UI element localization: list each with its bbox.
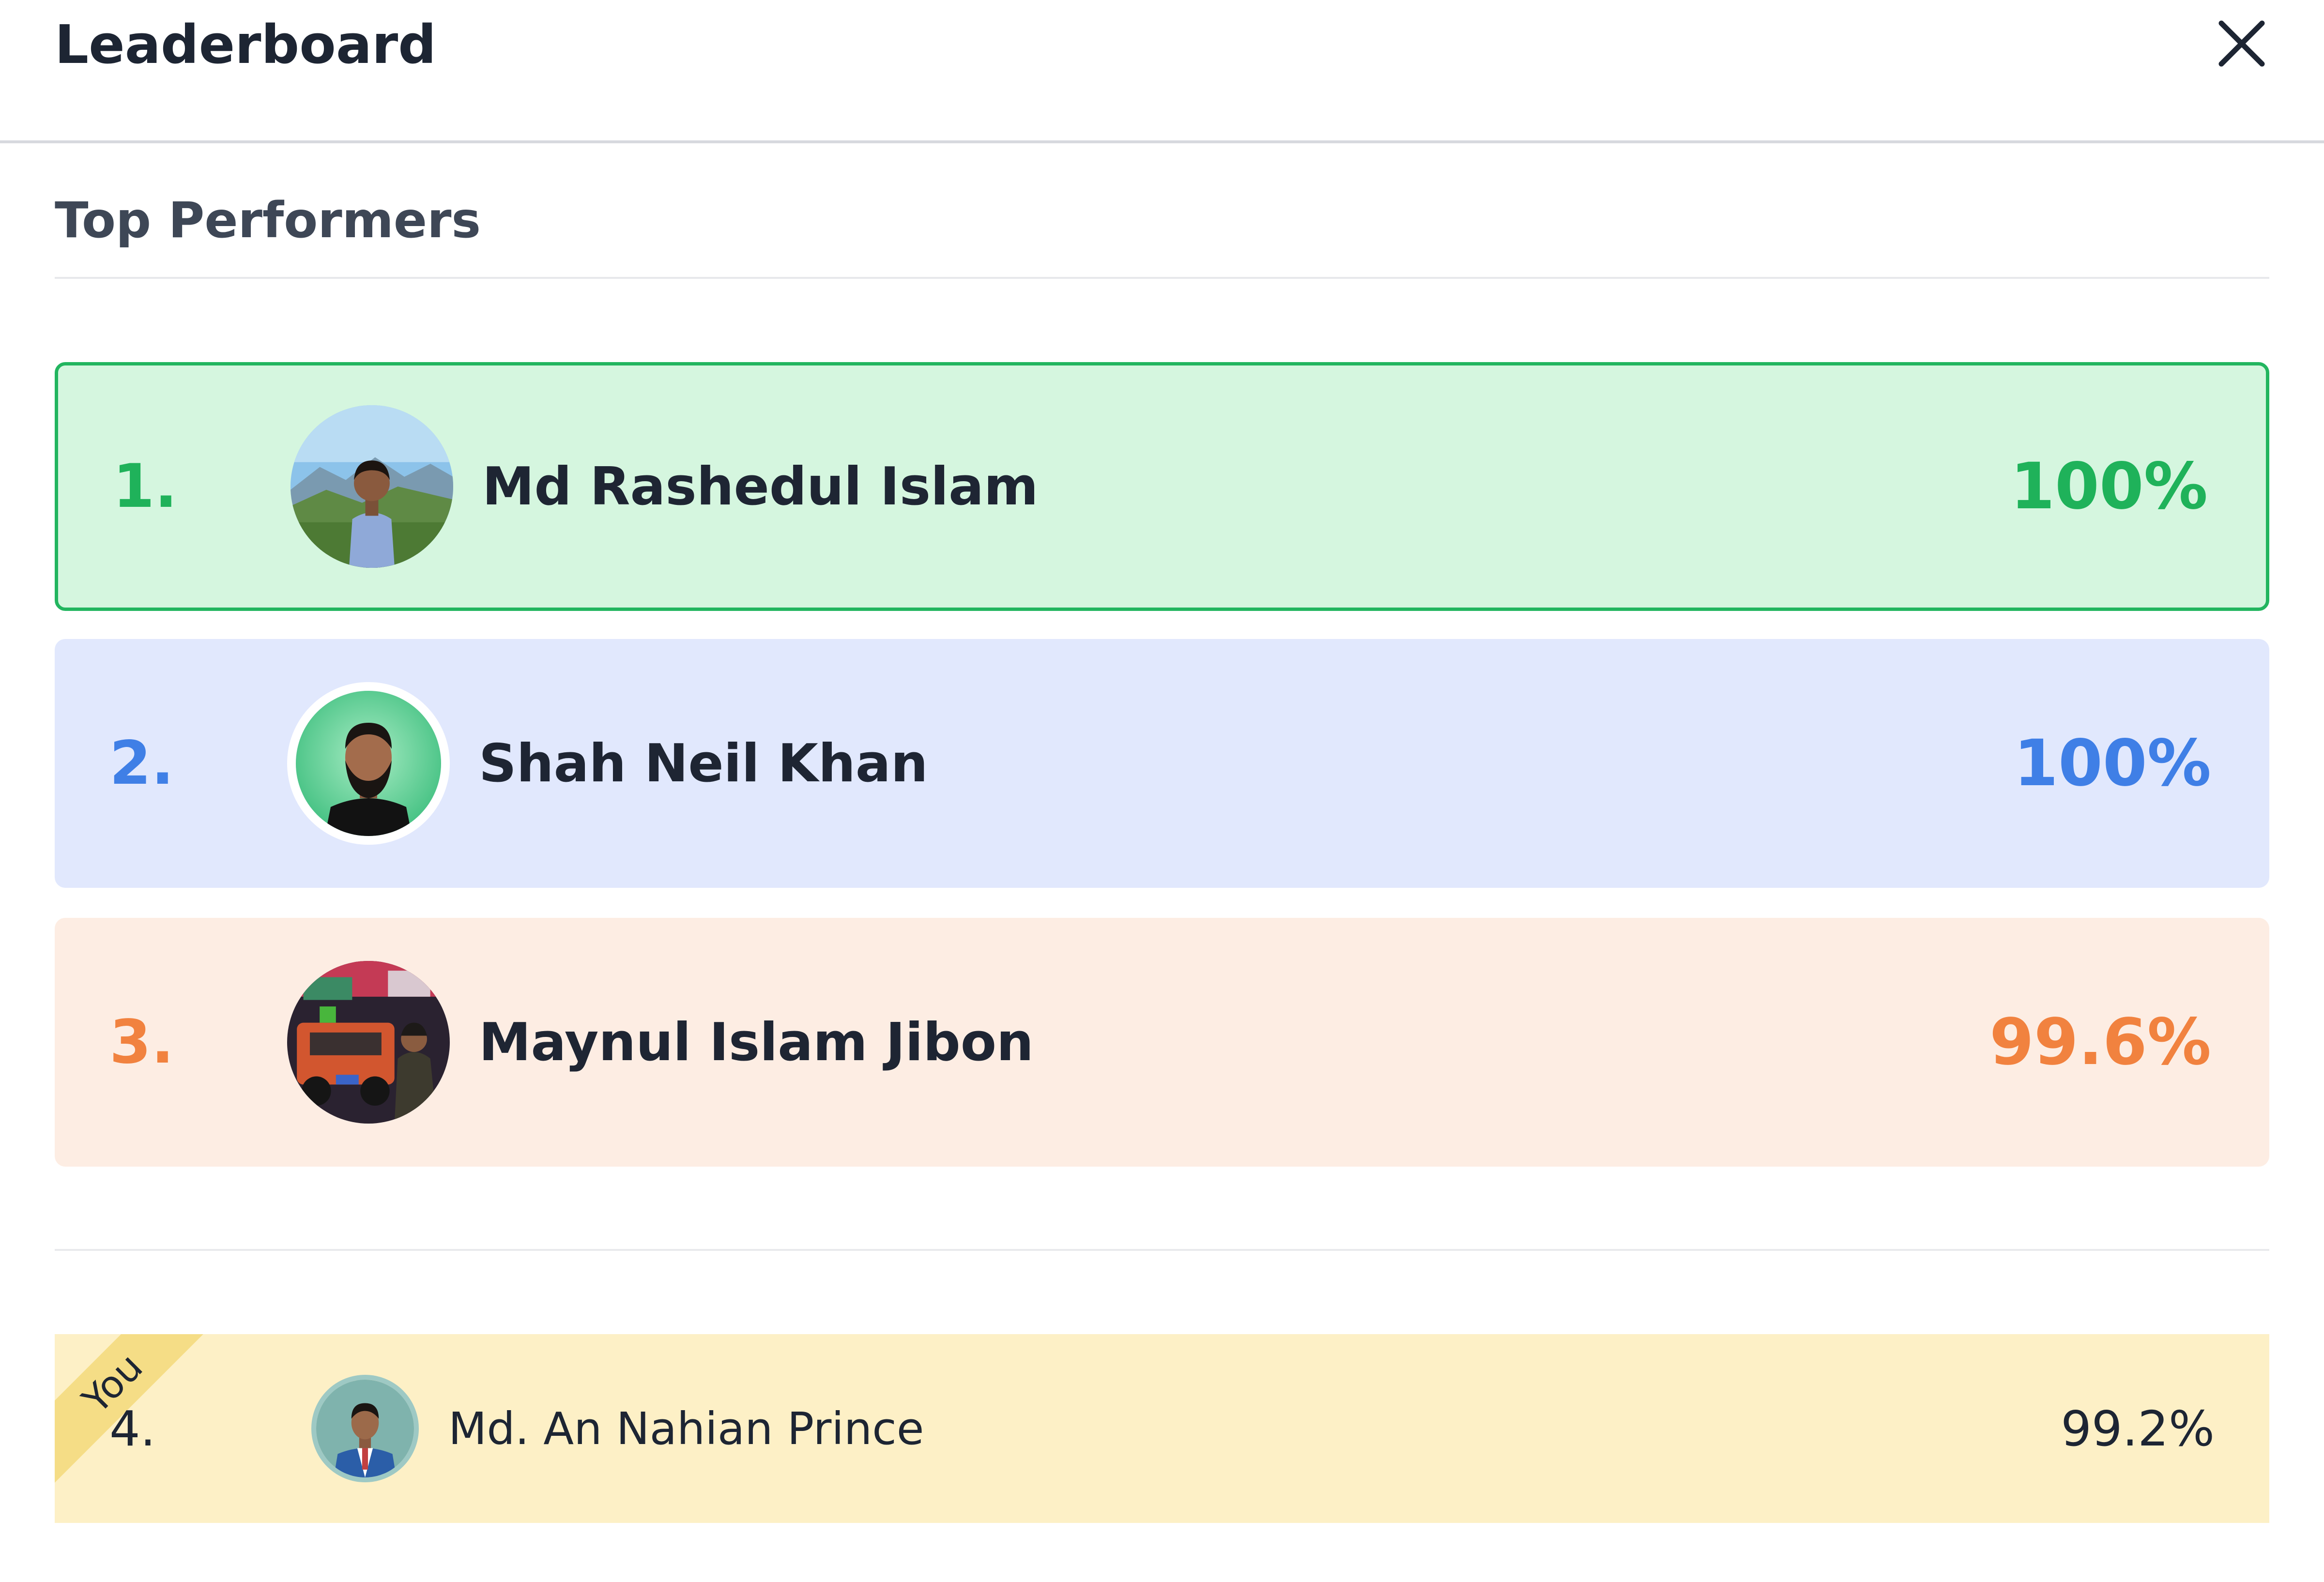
rank-number: 2.: [109, 729, 174, 798]
leaderboard-row: 1. Md Rashedul Islam 100%: [55, 362, 2269, 611]
leaderboard-row: 2. Shah Neil Khan 100%: [55, 639, 2269, 888]
current-user-row: You 4. Md. An Nahian Prince 99.2%: [55, 1334, 2269, 1523]
rank-number: 4.: [109, 1400, 156, 1457]
header: Leaderboard: [0, 0, 2324, 143]
current-user-name: Md. An Nahian Prince: [448, 1402, 924, 1455]
leaderboard-panel: Leaderboard Top Performers 1. Md Rashedu…: [0, 0, 2324, 1582]
divider: [55, 1249, 2269, 1251]
avatar: [287, 682, 450, 845]
rank-number: 3.: [109, 1007, 174, 1077]
rank-number: 1.: [113, 452, 178, 521]
close-icon: [2218, 20, 2265, 67]
avatar: [290, 405, 453, 568]
score-value: 100%: [2014, 726, 2211, 801]
divider: [55, 277, 2269, 279]
score-value: 100%: [2010, 449, 2208, 524]
close-button[interactable]: [2213, 15, 2271, 73]
performer-name: Maynul Islam Jibon: [479, 1012, 1034, 1073]
leaderboard-row: 3. Maynul Islam Jibon 99.6%: [55, 918, 2269, 1167]
avatar: [287, 961, 450, 1124]
avatar: [311, 1375, 419, 1482]
score-value: 99.6%: [1989, 1005, 2211, 1080]
score-value: 99.2%: [2061, 1400, 2215, 1457]
section-title: Top Performers: [55, 192, 481, 249]
page-title: Leaderboard: [55, 14, 437, 76]
performer-name: Md Rashedul Islam: [482, 456, 1039, 517]
performer-name: Shah Neil Khan: [479, 733, 928, 794]
